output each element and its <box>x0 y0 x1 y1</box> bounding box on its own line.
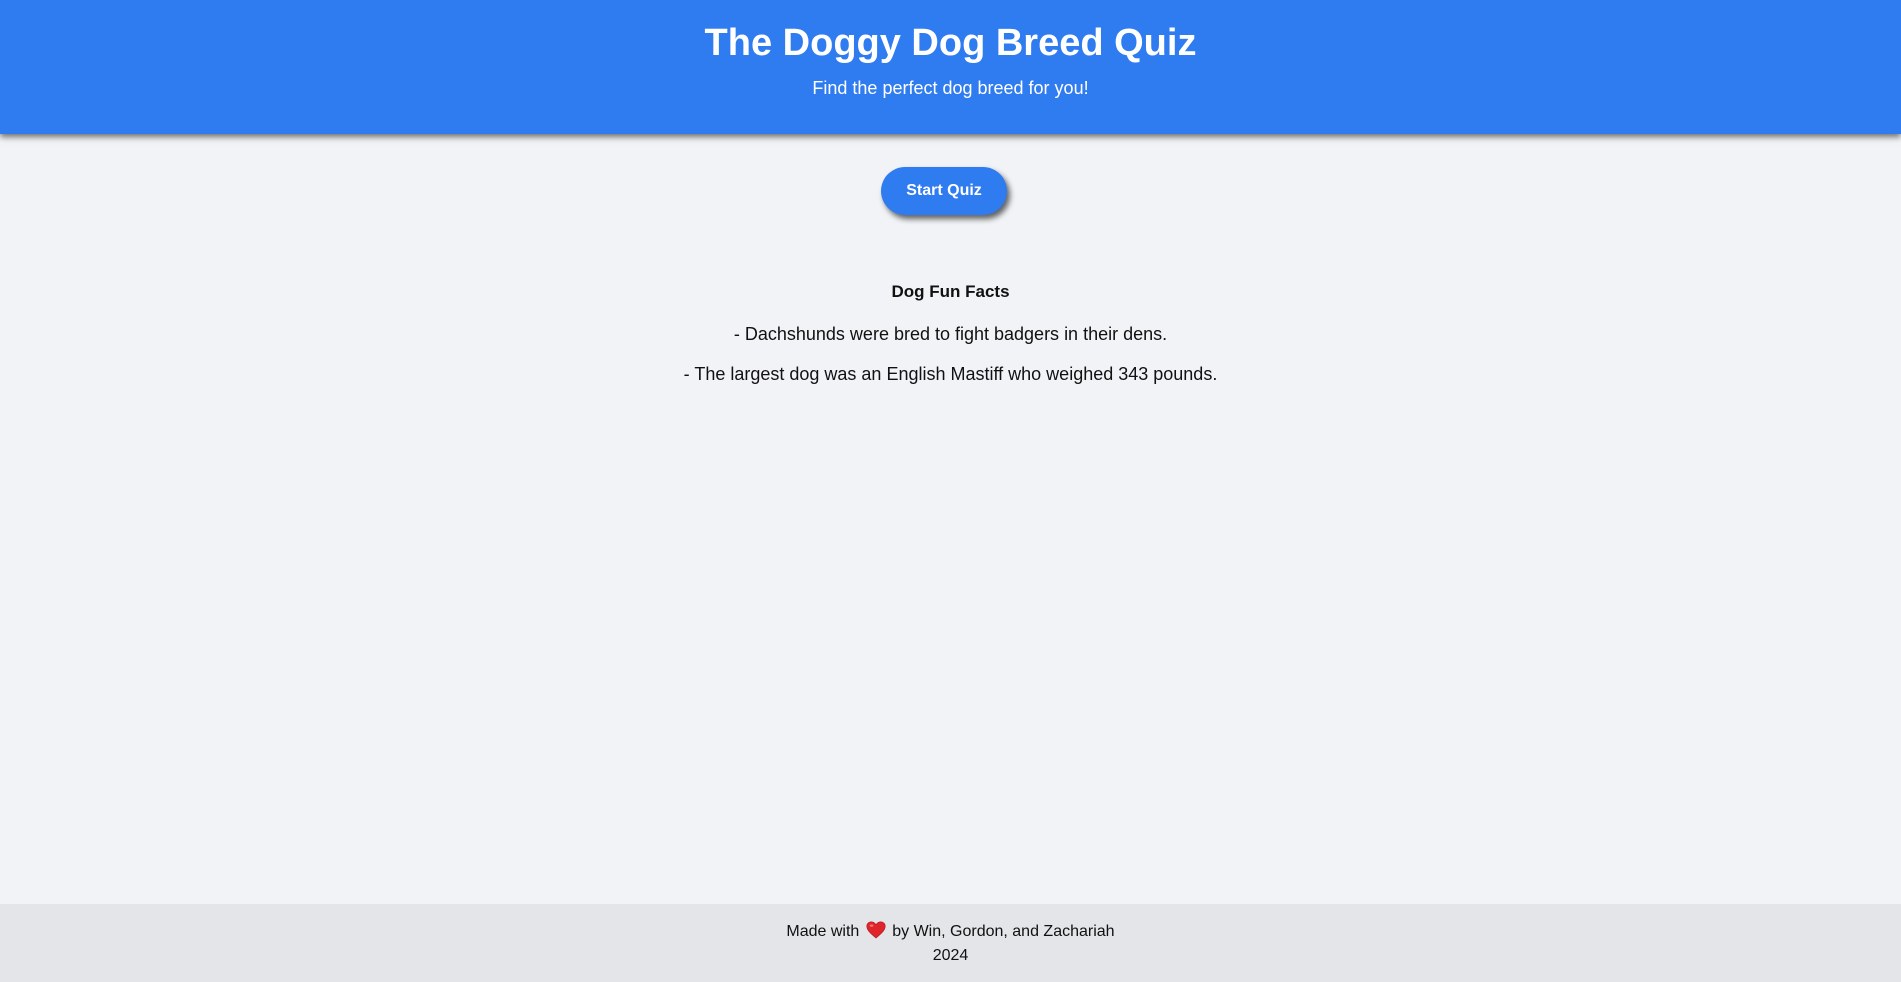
page-subtitle: Find the perfect dog breed for you! <box>812 78 1089 98</box>
footer-made-with: Made with <box>786 923 860 940</box>
site-header: The Doggy Dog Breed Quiz Find the perfec… <box>0 0 1901 134</box>
fun-facts-section: Dog Fun Facts - Dachshunds were bred to … <box>0 280 1901 384</box>
fun-facts-title: Dog Fun Facts <box>891 282 1010 301</box>
fun-fact-item: - Dachshunds were bred to fight badgers … <box>733 324 1168 344</box>
start-quiz-button[interactable]: Start Quiz <box>881 167 1007 215</box>
heart-icon <box>866 921 886 939</box>
site-footer: Made with by Win, Gordon, and Zachariah … <box>0 904 1901 982</box>
footer-credits: Made with by Win, Gordon, and Zachariah <box>0 921 1901 943</box>
fun-fact-item: - The largest dog was an English Mastiff… <box>683 364 1218 384</box>
page-title: The Doggy Dog Breed Quiz <box>704 22 1197 64</box>
footer-authors: by Win, Gordon, and Zachariah <box>892 923 1115 940</box>
footer-year: 2024 <box>932 947 969 964</box>
page: The Doggy Dog Breed Quiz Find the perfec… <box>0 0 1901 982</box>
